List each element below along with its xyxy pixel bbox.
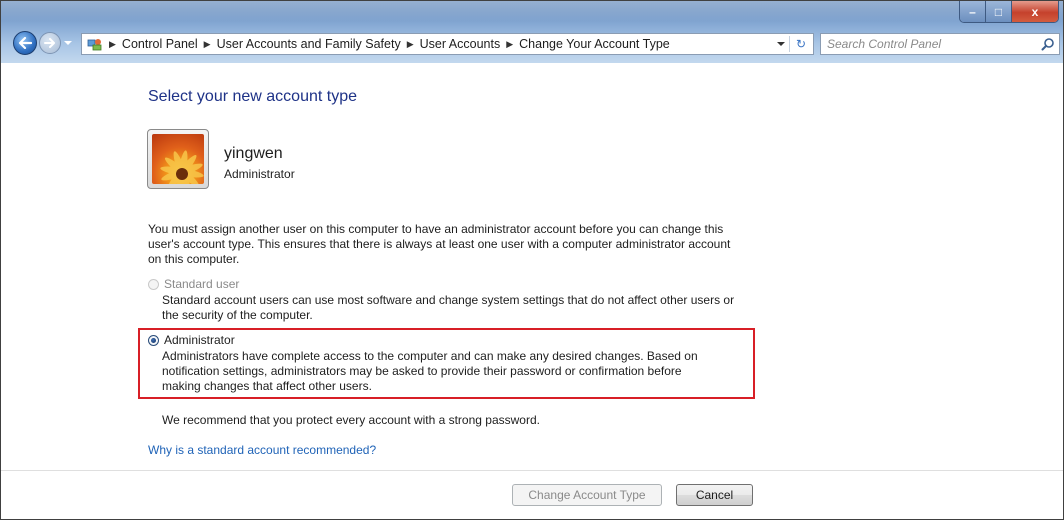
- forward-arrow-icon: [44, 38, 55, 48]
- search-icon[interactable]: [1041, 37, 1055, 51]
- administrator-radio[interactable]: [148, 334, 159, 346]
- search-box[interactable]: [820, 33, 1060, 55]
- administrator-description: Administrators have complete access to t…: [162, 349, 698, 393]
- user-account-type: Administrator: [224, 167, 295, 181]
- standard-user-option[interactable]: Standard user: [148, 277, 239, 291]
- administrator-option[interactable]: Administrator: [148, 333, 235, 347]
- change-account-type-button[interactable]: Change Account Type: [512, 484, 662, 506]
- control-panel-icon: [87, 37, 103, 51]
- main-content: Select your new account type yingwen Adm…: [1, 63, 1063, 519]
- administrator-label: Administrator: [164, 333, 235, 347]
- breadcrumb-separator-icon[interactable]: ▶: [204, 39, 211, 50]
- minimize-button[interactable]: –: [960, 1, 986, 22]
- cancel-button[interactable]: Cancel: [676, 484, 753, 506]
- standard-user-label: Standard user: [164, 277, 240, 291]
- flower-picture-icon: [152, 134, 204, 184]
- footer-divider: [1, 470, 1063, 471]
- address-bar[interactable]: ▶ Control Panel ▶ User Accounts and Fami…: [81, 33, 814, 55]
- control-panel-window: – □ x ▶ Control Panel ▶ User Accounts an…: [0, 0, 1064, 520]
- standard-user-description: Standard account users can use most soft…: [162, 293, 735, 322]
- refresh-icon[interactable]: ↻: [793, 37, 809, 51]
- maximize-button[interactable]: □: [986, 1, 1012, 22]
- user-avatar: [147, 129, 209, 189]
- back-button[interactable]: [13, 31, 37, 55]
- user-name: yingwen: [224, 145, 283, 162]
- page-title: Select your new account type: [148, 88, 358, 105]
- window-controls: – □ x: [959, 1, 1059, 23]
- breadcrumb-user-accounts[interactable]: User Accounts: [420, 37, 501, 51]
- breadcrumb-separator-icon[interactable]: ▶: [109, 39, 116, 50]
- forward-button[interactable]: [39, 32, 61, 54]
- standard-user-radio[interactable]: [148, 278, 159, 290]
- breadcrumb-change-account-type[interactable]: Change Your Account Type: [519, 37, 670, 51]
- breadcrumb-separator-icon[interactable]: ▶: [506, 39, 513, 50]
- search-input[interactable]: [827, 36, 1027, 52]
- close-button[interactable]: x: [1012, 1, 1058, 22]
- title-bar: – □ x ▶ Control Panel ▶ User Accounts an…: [1, 1, 1063, 63]
- recent-pages-dropdown[interactable]: [64, 41, 72, 45]
- breadcrumb-user-accounts-family-safety[interactable]: User Accounts and Family Safety: [217, 37, 401, 51]
- back-arrow-icon: [18, 37, 32, 49]
- why-standard-account-link[interactable]: Why is a standard account recommended?: [148, 443, 376, 457]
- breadcrumb-separator-icon[interactable]: ▶: [407, 39, 414, 50]
- password-recommendation: We recommend that you protect every acco…: [162, 413, 540, 427]
- address-history-dropdown-icon[interactable]: [777, 42, 785, 46]
- admin-requirement-notice: You must assign another user on this com…: [148, 222, 731, 266]
- breadcrumb-control-panel[interactable]: Control Panel: [122, 37, 198, 51]
